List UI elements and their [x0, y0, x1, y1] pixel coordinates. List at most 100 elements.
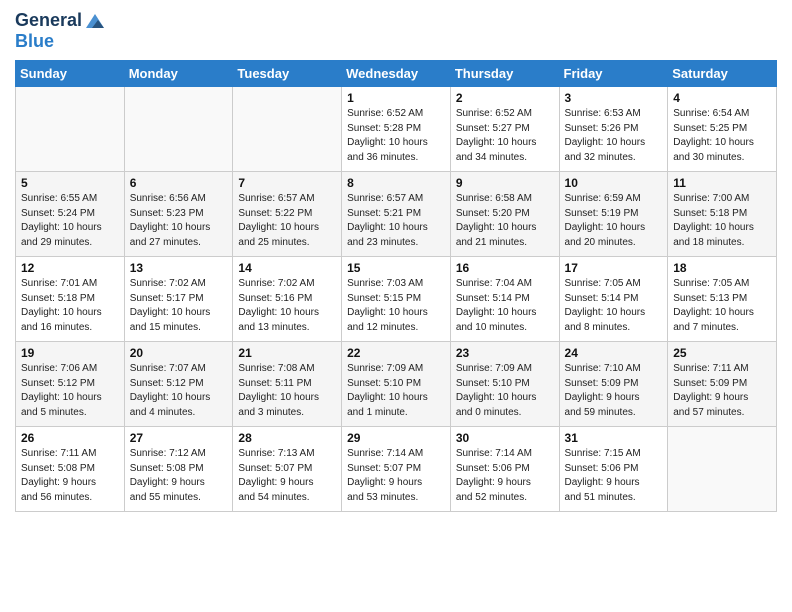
- week-row-1: 1Sunrise: 6:52 AM Sunset: 5:28 PM Daylig…: [16, 87, 777, 172]
- day-info: Sunrise: 6:54 AM Sunset: 5:25 PM Dayligh…: [673, 107, 771, 165]
- header: General Blue: [15, 10, 777, 52]
- calendar-cell: 20 Sunrise: 7:07 AM Sunset: 5:12 PM Dayli…: [124, 342, 233, 427]
- calendar-cell: 11 Sunrise: 7:00 AM Sunset: 5:18 PM Dayli…: [668, 172, 777, 257]
- day-number: 1: [347, 91, 445, 105]
- calendar-cell: 23Sunrise: 7:09 AM Sunset: 5:10 PM Dayli…: [450, 342, 559, 427]
- calendar-cell: 7 Sunrise: 6:57 AM Sunset: 5:22 PM Daylig…: [233, 172, 342, 257]
- weekday-header-monday: Monday: [124, 61, 233, 87]
- day-number: 15: [347, 261, 445, 275]
- calendar-cell: 4Sunrise: 6:54 AM Sunset: 5:25 PM Daylig…: [668, 87, 777, 172]
- logo-icon: [84, 10, 106, 32]
- day-number: 20: [130, 346, 228, 360]
- calendar-cell: [668, 427, 777, 512]
- calendar-cell: 22 Sunrise: 7:09 AM Sunset: 5:10 PM Dayli…: [342, 342, 451, 427]
- day-number: 2: [456, 91, 554, 105]
- day-number: 13: [130, 261, 228, 275]
- day-number: 18: [673, 261, 771, 275]
- day-info: Sunrise: 7:15 AM Sunset: 5:06 PM Dayligh…: [565, 447, 663, 505]
- day-info: Sunrise: 6:55 AM Sunset: 5:24 PM Dayligh…: [21, 192, 119, 250]
- day-number: 23: [456, 346, 554, 360]
- day-number: 7: [238, 176, 336, 190]
- logo-text-general: General: [15, 11, 82, 31]
- day-number: 14: [238, 261, 336, 275]
- calendar-cell: 18 Sunrise: 7:05 AM Sunset: 5:13 PM Dayli…: [668, 257, 777, 342]
- day-info: Sunrise: 7:03 AM Sunset: 5:15 PM Dayligh…: [347, 277, 445, 335]
- day-number: 11: [673, 176, 771, 190]
- calendar-table: SundayMondayTuesdayWednesdayThursdayFrid…: [15, 60, 777, 512]
- day-info: Sunrise: 7:04 AM Sunset: 5:14 PM Dayligh…: [456, 277, 554, 335]
- day-number: 21: [238, 346, 336, 360]
- day-info: Sunrise: 6:59 AM Sunset: 5:19 PM Dayligh…: [565, 192, 663, 250]
- weekday-header-thursday: Thursday: [450, 61, 559, 87]
- day-number: 12: [21, 261, 119, 275]
- calendar-cell: 27 Sunrise: 7:12 AM Sunset: 5:08 PM Dayli…: [124, 427, 233, 512]
- day-info: Sunrise: 7:02 AM Sunset: 5:17 PM Dayligh…: [130, 277, 228, 335]
- day-info: Sunrise: 7:10 AM Sunset: 5:09 PM Dayligh…: [565, 362, 663, 420]
- day-info: Sunrise: 7:01 AM Sunset: 5:18 PM Dayligh…: [21, 277, 119, 335]
- day-info: Sunrise: 7:13 AM Sunset: 5:07 PM Dayligh…: [238, 447, 336, 505]
- weekday-header-sunday: Sunday: [16, 61, 125, 87]
- day-number: 28: [238, 431, 336, 445]
- calendar-cell: 12 Sunrise: 7:01 AM Sunset: 5:18 PM Dayli…: [16, 257, 125, 342]
- calendar-cell: 2Sunrise: 6:52 AM Sunset: 5:27 PM Daylig…: [450, 87, 559, 172]
- day-info: Sunrise: 7:05 AM Sunset: 5:13 PM Dayligh…: [673, 277, 771, 335]
- calendar-cell: 19Sunrise: 7:06 AM Sunset: 5:12 PM Dayli…: [16, 342, 125, 427]
- calendar-cell: 16Sunrise: 7:04 AM Sunset: 5:14 PM Dayli…: [450, 257, 559, 342]
- day-info: Sunrise: 7:02 AM Sunset: 5:16 PM Dayligh…: [238, 277, 336, 335]
- day-number: 17: [565, 261, 663, 275]
- weekday-header-friday: Friday: [559, 61, 668, 87]
- calendar-cell: 21 Sunrise: 7:08 AM Sunset: 5:11 PM Dayli…: [233, 342, 342, 427]
- day-number: 24: [565, 346, 663, 360]
- day-number: 9: [456, 176, 554, 190]
- day-info: Sunrise: 6:57 AM Sunset: 5:21 PM Dayligh…: [347, 192, 445, 250]
- weekday-header-tuesday: Tuesday: [233, 61, 342, 87]
- calendar-cell: 30 Sunrise: 7:14 AM Sunset: 5:06 PM Dayli…: [450, 427, 559, 512]
- calendar-cell: 15 Sunrise: 7:03 AM Sunset: 5:15 PM Dayli…: [342, 257, 451, 342]
- calendar-cell: 6Sunrise: 6:56 AM Sunset: 5:23 PM Daylig…: [124, 172, 233, 257]
- calendar-cell: 24 Sunrise: 7:10 AM Sunset: 5:09 PM Dayli…: [559, 342, 668, 427]
- day-info: Sunrise: 7:08 AM Sunset: 5:11 PM Dayligh…: [238, 362, 336, 420]
- day-info: Sunrise: 7:00 AM Sunset: 5:18 PM Dayligh…: [673, 192, 771, 250]
- day-number: 31: [565, 431, 663, 445]
- day-number: 8: [347, 176, 445, 190]
- calendar-cell: 13 Sunrise: 7:02 AM Sunset: 5:17 PM Dayli…: [124, 257, 233, 342]
- day-number: 10: [565, 176, 663, 190]
- weekday-header-row: SundayMondayTuesdayWednesdayThursdayFrid…: [16, 61, 777, 87]
- calendar-cell: 26Sunrise: 7:11 AM Sunset: 5:08 PM Dayli…: [16, 427, 125, 512]
- day-info: Sunrise: 7:07 AM Sunset: 5:12 PM Dayligh…: [130, 362, 228, 420]
- week-row-4: 19Sunrise: 7:06 AM Sunset: 5:12 PM Dayli…: [16, 342, 777, 427]
- day-info: Sunrise: 7:14 AM Sunset: 5:06 PM Dayligh…: [456, 447, 554, 505]
- day-info: Sunrise: 6:53 AM Sunset: 5:26 PM Dayligh…: [565, 107, 663, 165]
- day-info: Sunrise: 6:57 AM Sunset: 5:22 PM Dayligh…: [238, 192, 336, 250]
- day-info: Sunrise: 7:11 AM Sunset: 5:09 PM Dayligh…: [673, 362, 771, 420]
- day-number: 6: [130, 176, 228, 190]
- day-number: 29: [347, 431, 445, 445]
- day-info: Sunrise: 7:12 AM Sunset: 5:08 PM Dayligh…: [130, 447, 228, 505]
- logo: General Blue: [15, 10, 106, 52]
- page: General Blue SundayMondayTuesdayWednesda…: [0, 0, 792, 527]
- day-info: Sunrise: 7:09 AM Sunset: 5:10 PM Dayligh…: [347, 362, 445, 420]
- day-info: Sunrise: 6:58 AM Sunset: 5:20 PM Dayligh…: [456, 192, 554, 250]
- calendar-cell: [124, 87, 233, 172]
- day-number: 30: [456, 431, 554, 445]
- calendar-cell: 9 Sunrise: 6:58 AM Sunset: 5:20 PM Daylig…: [450, 172, 559, 257]
- logo-text-blue: Blue: [15, 31, 54, 51]
- day-number: 22: [347, 346, 445, 360]
- day-number: 5: [21, 176, 119, 190]
- day-info: Sunrise: 7:05 AM Sunset: 5:14 PM Dayligh…: [565, 277, 663, 335]
- calendar-cell: 17 Sunrise: 7:05 AM Sunset: 5:14 PM Dayli…: [559, 257, 668, 342]
- weekday-header-saturday: Saturday: [668, 61, 777, 87]
- calendar-cell: 5 Sunrise: 6:55 AM Sunset: 5:24 PM Daylig…: [16, 172, 125, 257]
- week-row-5: 26Sunrise: 7:11 AM Sunset: 5:08 PM Dayli…: [16, 427, 777, 512]
- day-info: Sunrise: 7:06 AM Sunset: 5:12 PM Dayligh…: [21, 362, 119, 420]
- calendar-cell: 3Sunrise: 6:53 AM Sunset: 5:26 PM Daylig…: [559, 87, 668, 172]
- day-number: 27: [130, 431, 228, 445]
- week-row-3: 12 Sunrise: 7:01 AM Sunset: 5:18 PM Dayli…: [16, 257, 777, 342]
- weekday-header-wednesday: Wednesday: [342, 61, 451, 87]
- week-row-2: 5 Sunrise: 6:55 AM Sunset: 5:24 PM Daylig…: [16, 172, 777, 257]
- calendar-cell: 31 Sunrise: 7:15 AM Sunset: 5:06 PM Dayli…: [559, 427, 668, 512]
- calendar-cell: [16, 87, 125, 172]
- calendar-cell: 29 Sunrise: 7:14 AM Sunset: 5:07 PM Dayli…: [342, 427, 451, 512]
- calendar-cell: 1Sunrise: 6:52 AM Sunset: 5:28 PM Daylig…: [342, 87, 451, 172]
- day-info: Sunrise: 7:14 AM Sunset: 5:07 PM Dayligh…: [347, 447, 445, 505]
